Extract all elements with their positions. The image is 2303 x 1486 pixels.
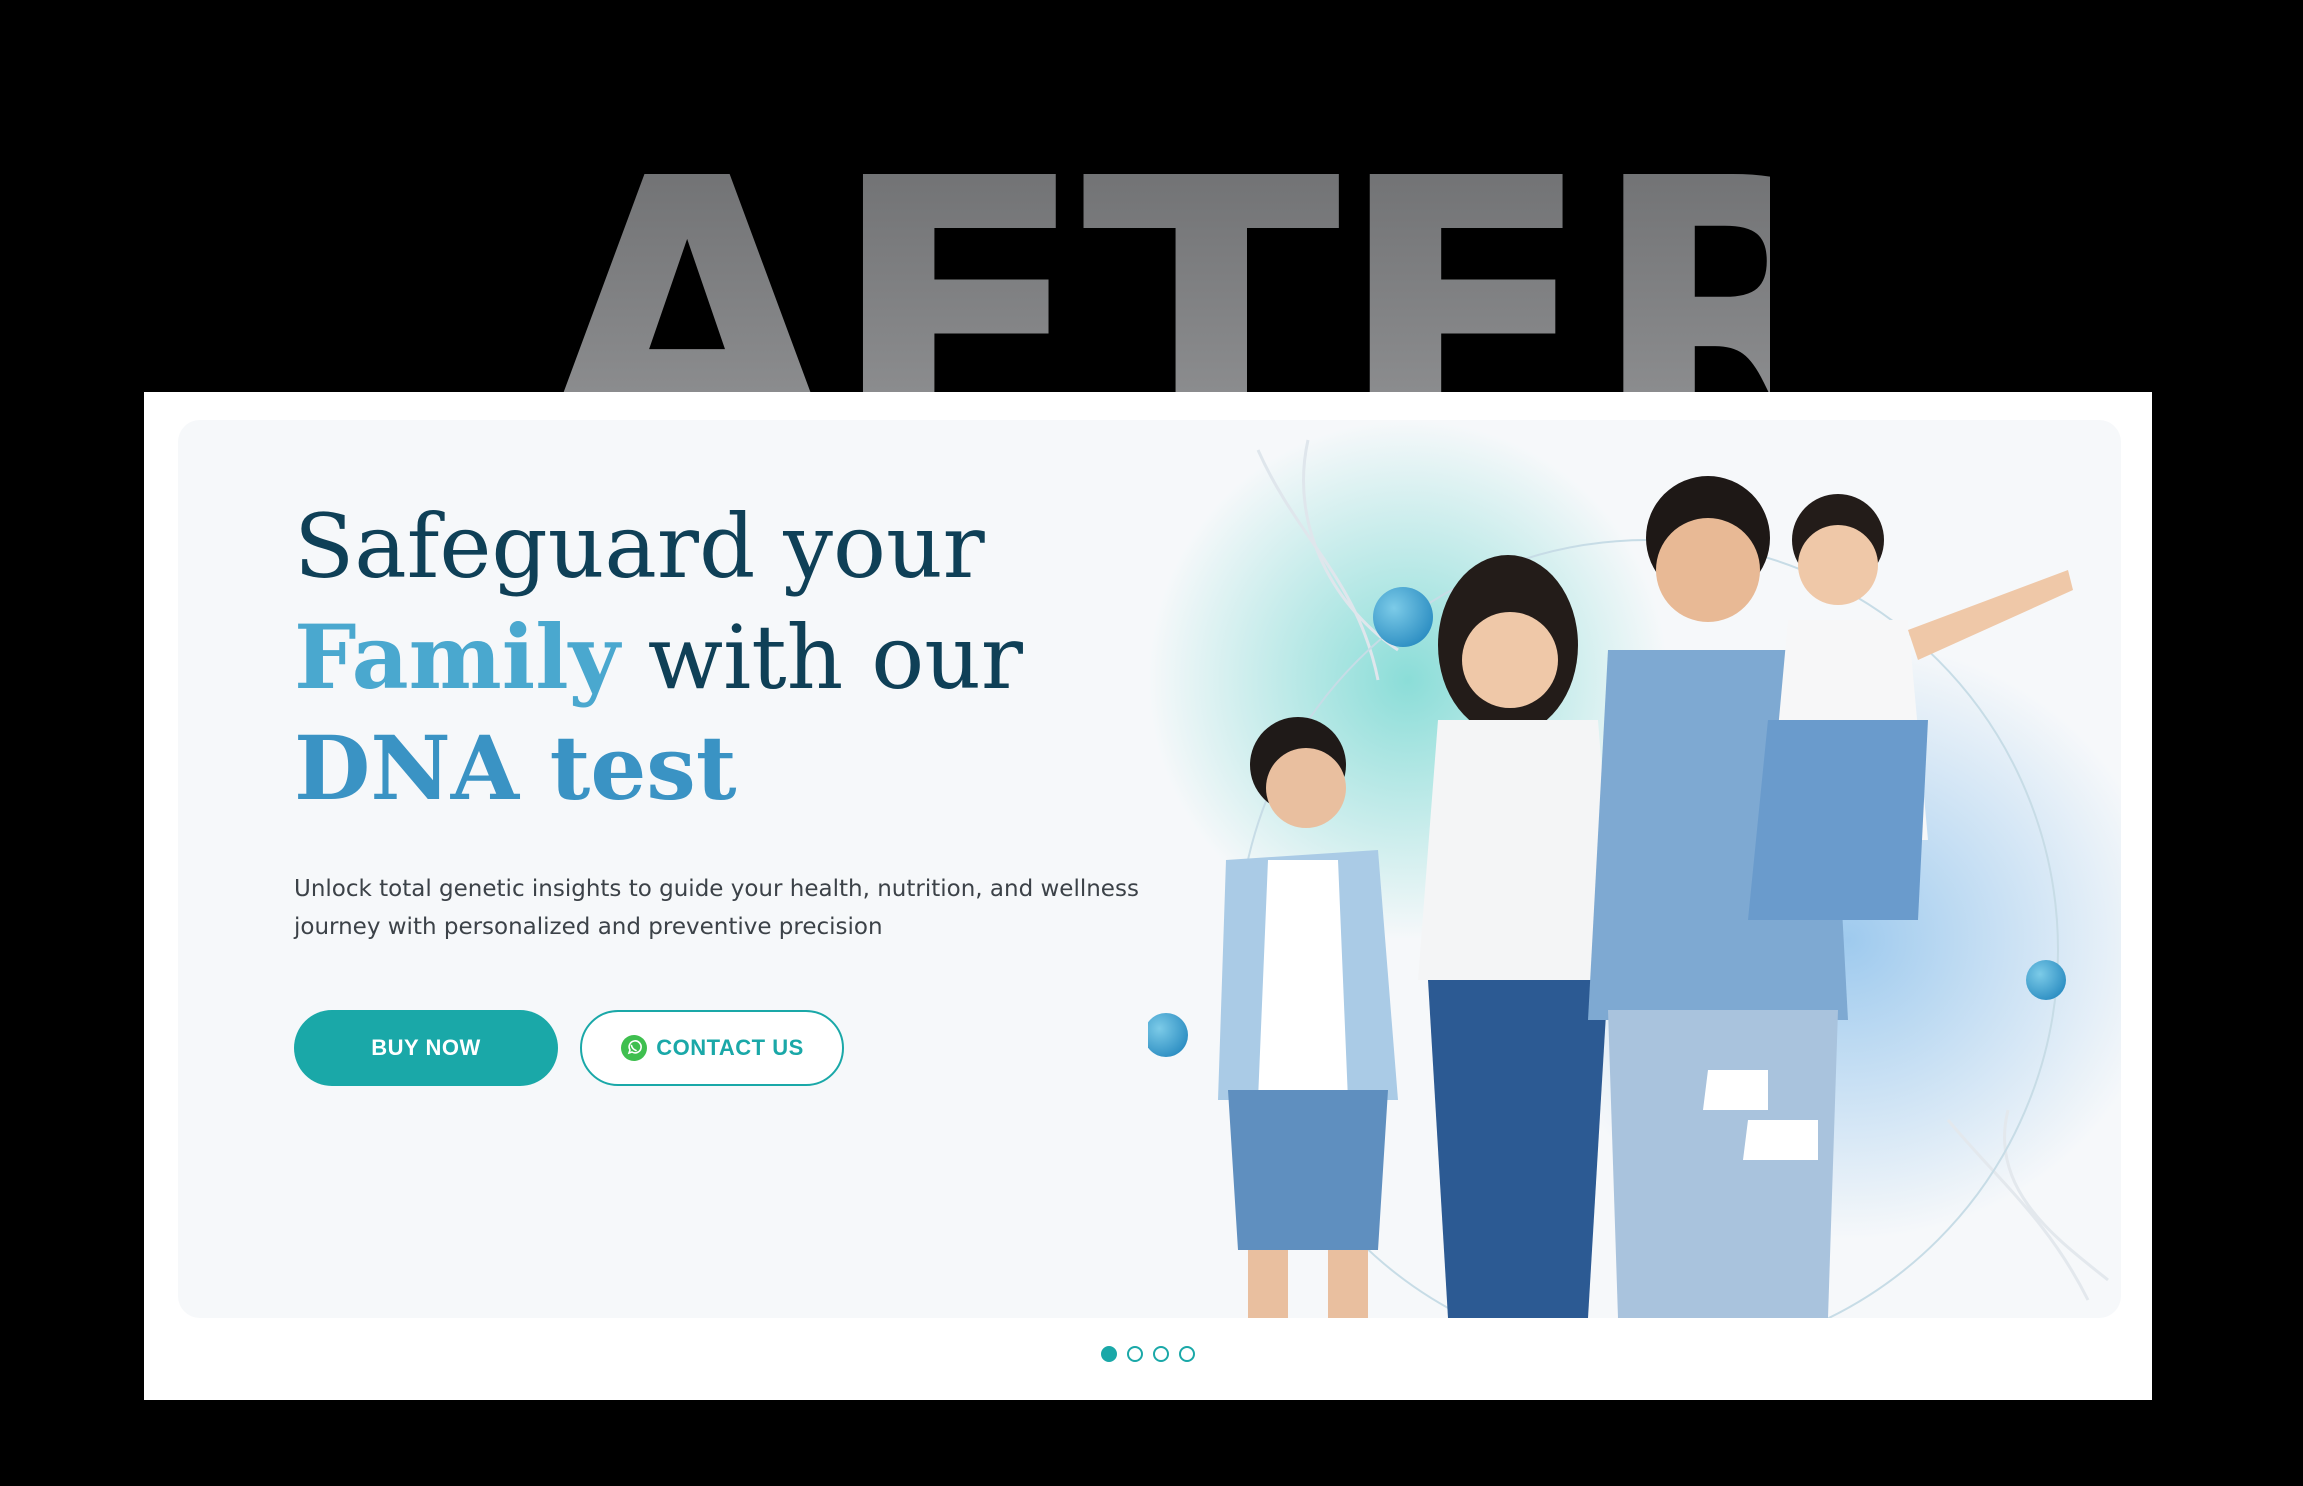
hero-subtitle: Unlock total genetic insights to guide y… bbox=[294, 870, 1194, 946]
headline-line-3: DNA test bbox=[294, 716, 737, 820]
carousel-dot-2[interactable] bbox=[1127, 1346, 1143, 1362]
carousel-dot-4[interactable] bbox=[1179, 1346, 1195, 1362]
carousel-dot-1[interactable] bbox=[1101, 1346, 1117, 1362]
headline-line-2: Family with our bbox=[294, 602, 1023, 713]
subtitle-line-1: Unlock total genetic insights to guide y… bbox=[294, 876, 1139, 902]
screenshot-frame: Safeguard your Family with our DNA test … bbox=[144, 392, 2152, 1400]
carousel-dot-3[interactable] bbox=[1153, 1346, 1169, 1362]
buy-now-button[interactable]: BUY NOW bbox=[294, 1010, 558, 1086]
contact-us-label: CONTACT US bbox=[656, 1035, 804, 1060]
hero-headline: Safeguard your Family with our DNA test bbox=[294, 492, 1023, 823]
after-label: AFTER bbox=[540, 110, 1770, 410]
contact-us-button[interactable]: CONTACT US bbox=[580, 1010, 844, 1086]
family-image bbox=[1148, 420, 2121, 1318]
whatsapp-icon bbox=[620, 1034, 648, 1062]
carousel-indicators bbox=[144, 1346, 2152, 1370]
headline-line-2-rest: with our bbox=[619, 606, 1023, 709]
buy-now-label: BUY NOW bbox=[371, 1035, 481, 1060]
headline-family-accent: Family bbox=[294, 605, 620, 709]
hero-banner: Safeguard your Family with our DNA test … bbox=[178, 420, 2121, 1318]
headline-line-1: Safeguard your bbox=[294, 495, 985, 598]
subtitle-line-2: journey with personalized and preventive… bbox=[294, 914, 883, 940]
